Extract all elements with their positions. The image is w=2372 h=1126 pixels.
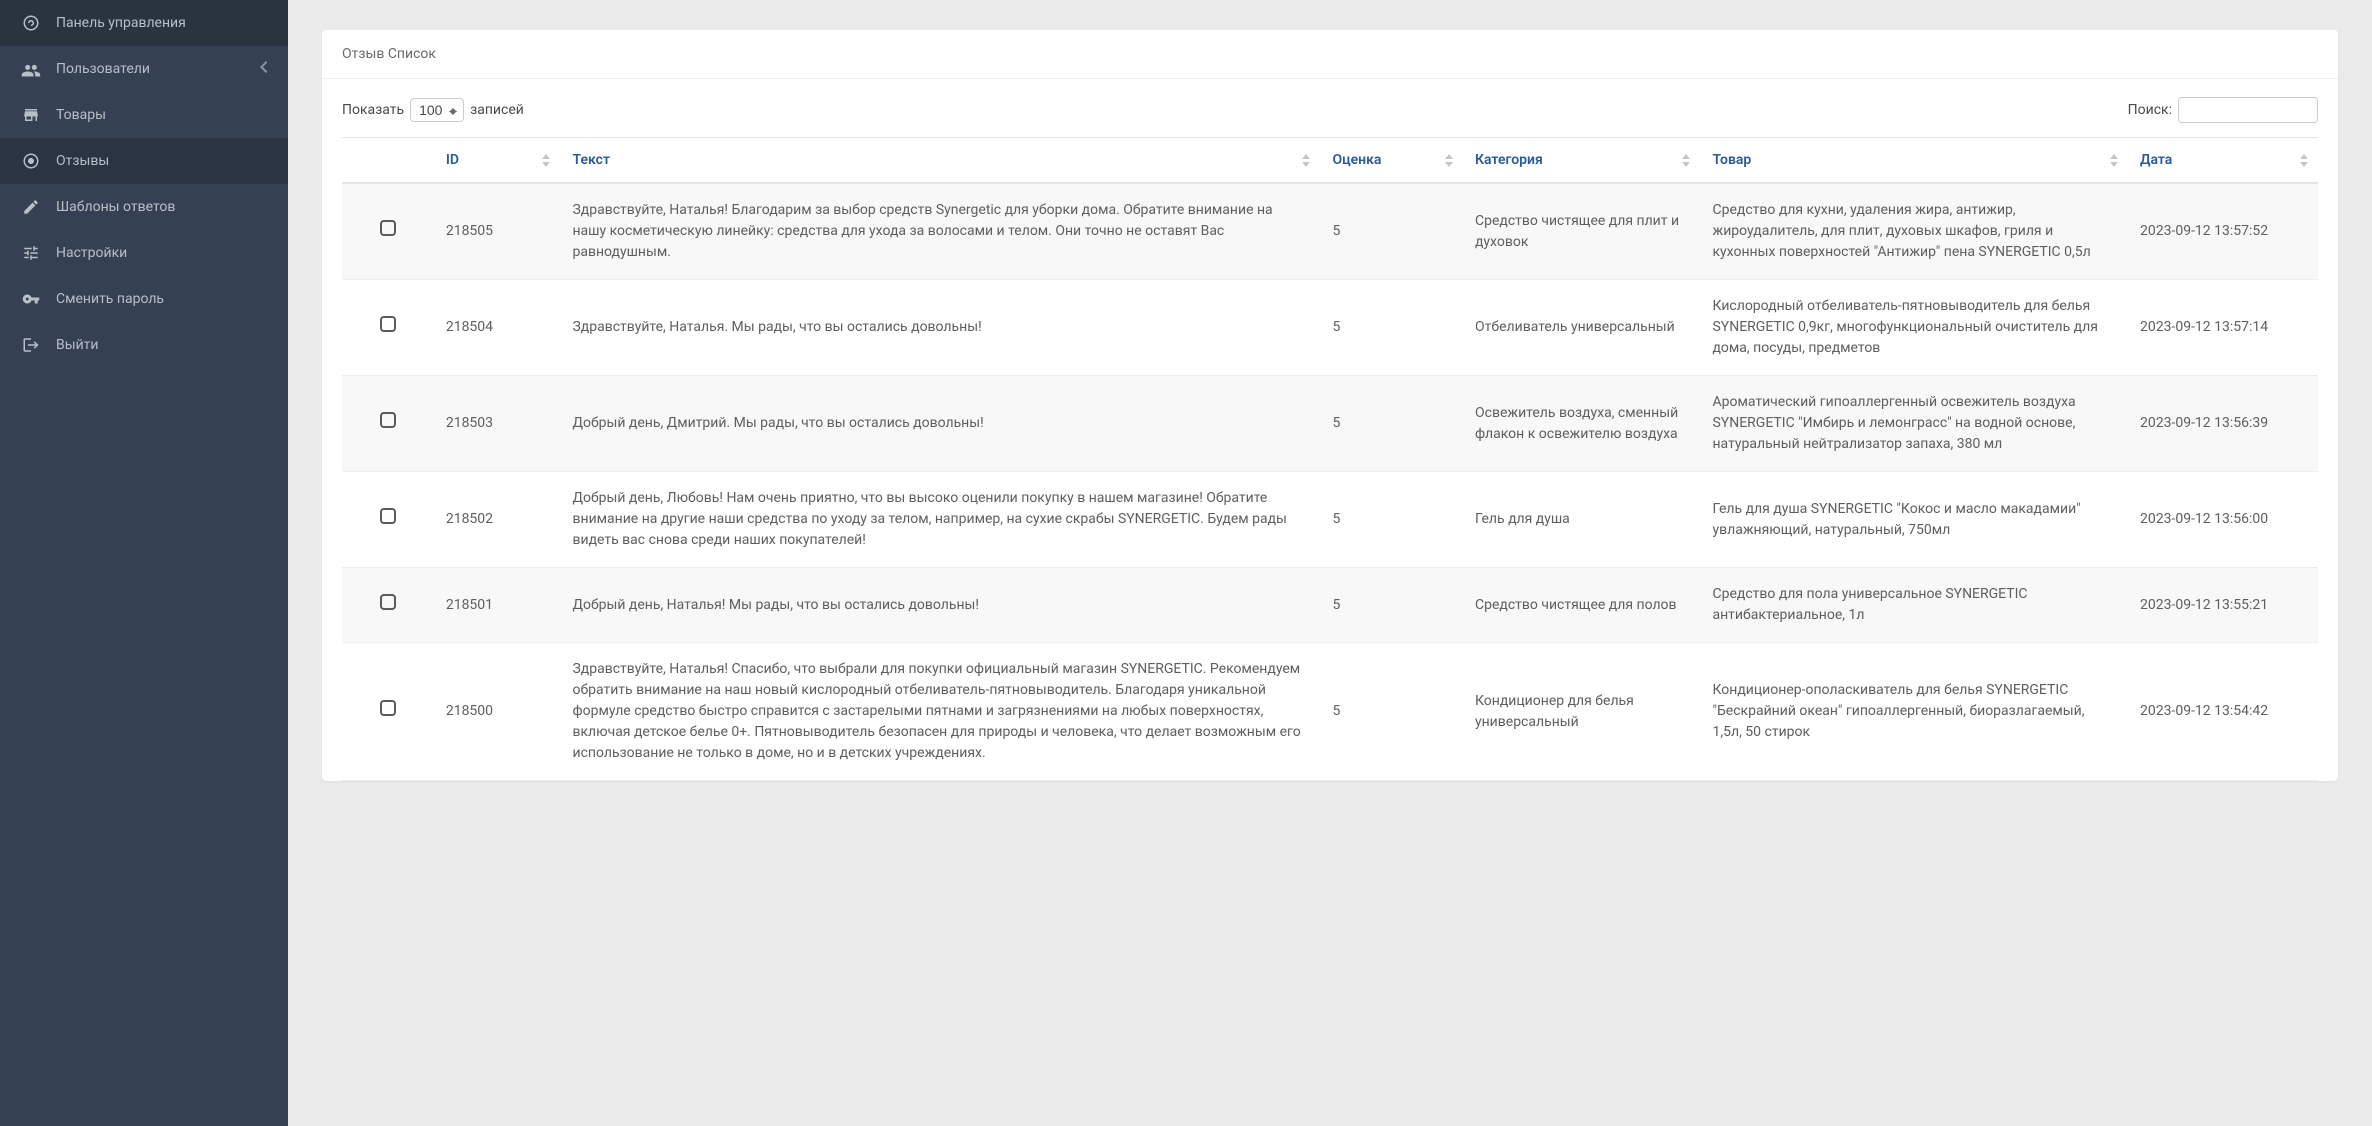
sidebar-item-label: Шаблоны ответов	[56, 199, 175, 215]
cell-id: 218505	[434, 183, 561, 280]
cell-category: Средство чистящее для плит и духовок	[1463, 183, 1701, 280]
sidebar: Панель управления Пользователи Товары От…	[0, 0, 288, 1126]
key-icon	[20, 290, 42, 308]
cell-text: Добрый день, Дмитрий. Мы рады, что вы ос…	[560, 376, 1320, 472]
sliders-icon	[20, 244, 42, 262]
length-suffix: записей	[470, 102, 524, 118]
cell-category: Отбеливатель универсальный	[1463, 280, 1701, 376]
cell-rating: 5	[1320, 643, 1463, 781]
cell-id: 218504	[434, 280, 561, 376]
row-checkbox[interactable]	[380, 508, 396, 524]
cell-category: Средство чистящее для полов	[1463, 568, 1701, 643]
sidebar-item-label: Товары	[56, 107, 106, 123]
sidebar-item-label: Выйти	[56, 337, 99, 353]
cell-category: Кондиционер для белья универсальный	[1463, 643, 1701, 781]
cell-product: Ароматический гипоаллергенный освежитель…	[1700, 376, 2128, 472]
signout-icon	[20, 336, 42, 354]
sidebar-item-label: Сменить пароль	[56, 291, 164, 307]
sidebar-item-password[interactable]: Сменить пароль	[0, 276, 288, 322]
dashboard-icon	[20, 14, 42, 32]
cell-rating: 5	[1320, 376, 1463, 472]
cell-product: Кислородный отбеливатель-пятновыводитель…	[1700, 280, 2128, 376]
sidebar-item-label: Настройки	[56, 245, 127, 261]
cell-rating: 5	[1320, 472, 1463, 568]
chevron-left-icon	[260, 61, 268, 77]
cell-id: 218502	[434, 472, 561, 568]
column-id[interactable]: ID	[434, 138, 561, 184]
cell-text: Здравствуйте, Наталья. Мы рады, что вы о…	[560, 280, 1320, 376]
table-row: 218502 Добрый день, Любовь! Нам очень пр…	[342, 472, 2318, 568]
sidebar-item-logout[interactable]: Выйти	[0, 322, 288, 368]
sidebar-item-label: Отзывы	[56, 153, 109, 169]
column-category[interactable]: Категория	[1463, 138, 1701, 184]
row-checkbox[interactable]	[380, 594, 396, 610]
column-product[interactable]: Товар	[1700, 138, 2128, 184]
cell-date: 2023-09-12 13:55:21	[2128, 568, 2318, 643]
row-checkbox[interactable]	[380, 700, 396, 716]
sidebar-item-reviews[interactable]: Отзывы	[0, 138, 288, 184]
sidebar-item-dashboard[interactable]: Панель управления	[0, 0, 288, 46]
sidebar-item-templates[interactable]: Шаблоны ответов	[0, 184, 288, 230]
card-title: Отзыв Список	[322, 30, 2338, 79]
reviews-table: ID Текст Оценка Категория Товар Дата 218…	[342, 137, 2318, 781]
row-checkbox[interactable]	[380, 316, 396, 332]
cell-category: Гель для душа	[1463, 472, 1701, 568]
cell-category: Освежитель воздуха, сменный флакон к осв…	[1463, 376, 1701, 472]
table-row: 218504 Здравствуйте, Наталья. Мы рады, ч…	[342, 280, 2318, 376]
sidebar-item-users[interactable]: Пользователи	[0, 46, 288, 92]
target-icon	[20, 152, 42, 170]
length-select[interactable]: 100	[410, 98, 464, 122]
row-checkbox[interactable]	[380, 220, 396, 236]
cell-date: 2023-09-12 13:57:14	[2128, 280, 2318, 376]
main-content: Отзыв Список Показать 100 записей Поиск:	[288, 0, 2372, 1126]
reviews-card: Отзыв Список Показать 100 записей Поиск:	[322, 30, 2338, 781]
cell-product: Средство для кухни, удаления жира, антиж…	[1700, 183, 2128, 280]
cell-product: Средство для пола универсальное SYNERGET…	[1700, 568, 2128, 643]
cell-product: Кондиционер-ополаскиватель для белья SYN…	[1700, 643, 2128, 781]
cell-date: 2023-09-12 13:57:52	[2128, 183, 2318, 280]
column-rating[interactable]: Оценка	[1320, 138, 1463, 184]
table-row: 218500 Здравствуйте, Наталья! Спасибо, ч…	[342, 643, 2318, 781]
sidebar-item-label: Пользователи	[56, 61, 150, 77]
cell-date: 2023-09-12 13:54:42	[2128, 643, 2318, 781]
table-row: 218501 Добрый день, Наталья! Мы рады, чт…	[342, 568, 2318, 643]
sidebar-item-settings[interactable]: Настройки	[0, 230, 288, 276]
search-input[interactable]	[2178, 97, 2318, 123]
store-icon	[20, 106, 42, 124]
sidebar-item-products[interactable]: Товары	[0, 92, 288, 138]
cell-text: Здравствуйте, Наталья! Спасибо, что выбр…	[560, 643, 1320, 781]
cell-text: Добрый день, Любовь! Нам очень приятно, …	[560, 472, 1320, 568]
table-row: 218503 Добрый день, Дмитрий. Мы рады, чт…	[342, 376, 2318, 472]
cell-rating: 5	[1320, 568, 1463, 643]
table-row: 218505 Здравствуйте, Наталья! Благодарим…	[342, 183, 2318, 280]
cell-id: 218500	[434, 643, 561, 781]
cell-rating: 5	[1320, 183, 1463, 280]
cell-product: Гель для душа SYNERGETIC "Кокос и масло …	[1700, 472, 2128, 568]
users-icon	[20, 60, 42, 78]
sidebar-item-label: Панель управления	[56, 15, 186, 31]
search-label: Поиск:	[2128, 102, 2172, 118]
pencil-icon	[20, 198, 42, 216]
cell-rating: 5	[1320, 280, 1463, 376]
cell-date: 2023-09-12 13:56:39	[2128, 376, 2318, 472]
cell-text: Здравствуйте, Наталья! Благодарим за выб…	[560, 183, 1320, 280]
length-control: Показать 100 записей	[342, 98, 524, 122]
cell-text: Добрый день, Наталья! Мы рады, что вы ос…	[560, 568, 1320, 643]
cell-id: 218503	[434, 376, 561, 472]
column-date[interactable]: Дата	[2128, 138, 2318, 184]
column-text[interactable]: Текст	[560, 138, 1320, 184]
cell-date: 2023-09-12 13:56:00	[2128, 472, 2318, 568]
cell-id: 218501	[434, 568, 561, 643]
row-checkbox[interactable]	[380, 412, 396, 428]
search-control: Поиск:	[2128, 97, 2318, 123]
column-checkbox[interactable]	[342, 138, 434, 184]
length-prefix: Показать	[342, 102, 404, 118]
